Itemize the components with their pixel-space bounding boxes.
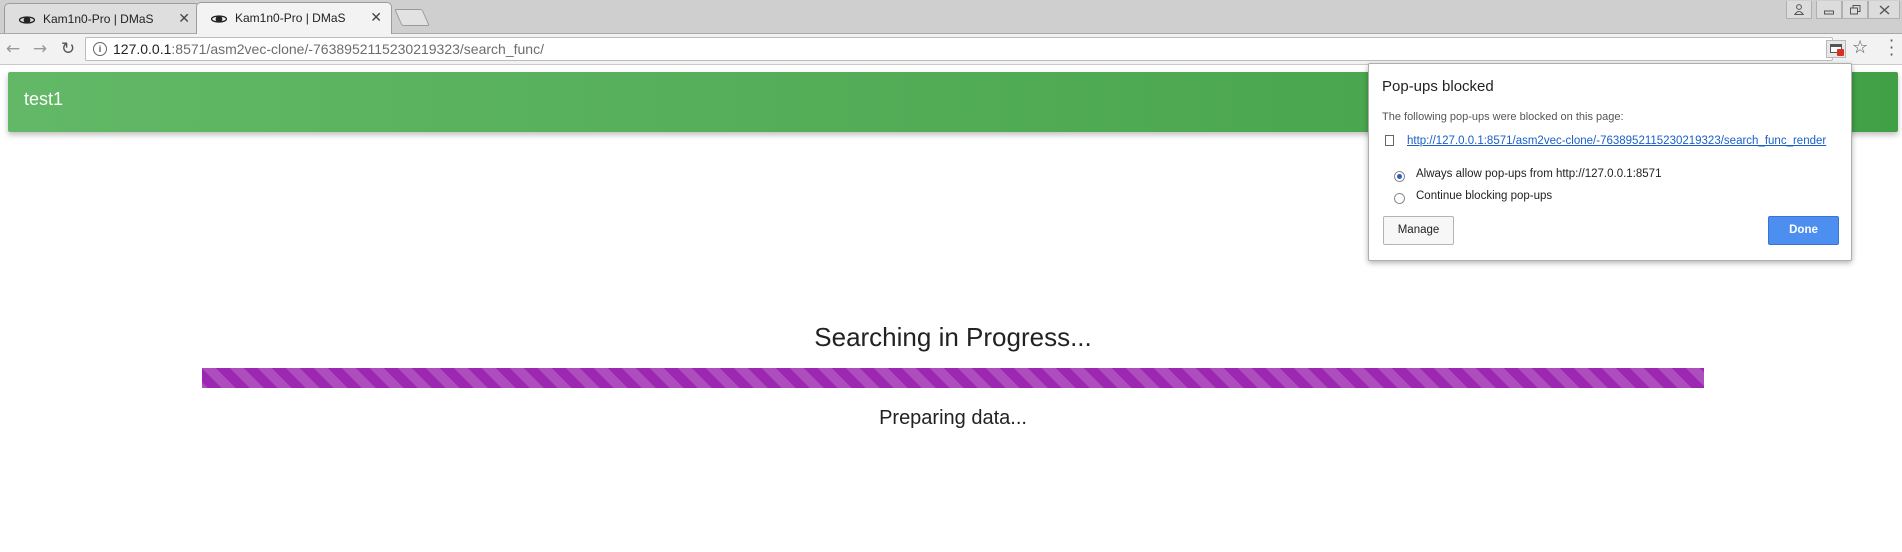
menu-icon[interactable]: · · · — [1889, 33, 1894, 63]
allow-popups-radio[interactable] — [1394, 171, 1405, 182]
bubble-description: The following pop-ups were blocked on th… — [1382, 111, 1624, 123]
done-button[interactable]: Done — [1768, 216, 1839, 245]
url-path: :8571/asm2vec-clone/-7638952115230219323… — [171, 41, 544, 57]
kam1n0-favicon — [211, 15, 227, 23]
tab-strip: Kam1n0-Pro | DMaS ✕ Kam1n0-Pro | DMaS ✕ — [0, 0, 1902, 34]
progress-fill — [202, 368, 1704, 388]
address-bar[interactable]: i 127.0.0.1:8571/asm2vec-clone/-76389521… — [85, 37, 1833, 61]
continue-blocking-label[interactable]: Continue blocking pop-ups — [1416, 190, 1552, 202]
forward-icon[interactable]: → — [30, 39, 50, 59]
tab-1-title: Kam1n0-Pro | DMaS — [43, 12, 154, 26]
progress-title: Searching in Progress... — [814, 322, 1092, 352]
blocked-popup-link[interactable]: http://127.0.0.1:8571/asm2vec-clone/-763… — [1407, 135, 1826, 147]
tab-1-close-icon[interactable]: ✕ — [178, 10, 190, 27]
popup-blocked-icon[interactable] — [1826, 40, 1846, 58]
progress-status: Preparing data... — [879, 407, 1027, 429]
continue-blocking-radio[interactable] — [1394, 193, 1405, 204]
tab-2-close-icon[interactable]: ✕ — [370, 9, 382, 26]
minimize-icon[interactable] — [1816, 1, 1842, 19]
info-icon[interactable]: i — [93, 42, 107, 56]
app-brand[interactable]: test1 — [24, 89, 63, 110]
restore-icon[interactable] — [1842, 1, 1868, 19]
bubble-title: Pop-ups blocked — [1382, 78, 1494, 95]
url-text[interactable]: 127.0.0.1:8571/asm2vec-clone/-7638952115… — [113, 41, 544, 57]
page-icon — [1385, 135, 1394, 146]
kam1n0-favicon — [19, 16, 35, 24]
blocked-badge — [1837, 49, 1844, 56]
new-tab-button[interactable] — [394, 9, 430, 26]
tab-2[interactable]: Kam1n0-Pro | DMaS ✕ — [196, 2, 392, 34]
profile-icon[interactable] — [1786, 1, 1812, 19]
star-icon[interactable]: ☆ — [1852, 37, 1868, 58]
tab-2-title: Kam1n0-Pro | DMaS — [235, 11, 346, 25]
url-host: 127.0.0.1 — [113, 41, 172, 57]
popups-blocked-bubble: Pop-ups blocked The following pop-ups we… — [1368, 63, 1852, 261]
browser-toolbar: ← → ↻ i 127.0.0.1:8571/asm2vec-clone/-76… — [0, 34, 1902, 65]
allow-popups-label[interactable]: Always allow pop-ups from http://127.0.0… — [1416, 168, 1661, 180]
manage-button[interactable]: Manage — [1383, 216, 1454, 245]
progress-bar — [202, 368, 1704, 388]
tab-1[interactable]: Kam1n0-Pro | DMaS ✕ — [4, 3, 200, 33]
close-window-icon[interactable] — [1868, 1, 1900, 19]
reload-icon[interactable]: ↻ — [58, 39, 78, 59]
back-icon[interactable]: ← — [3, 39, 23, 59]
